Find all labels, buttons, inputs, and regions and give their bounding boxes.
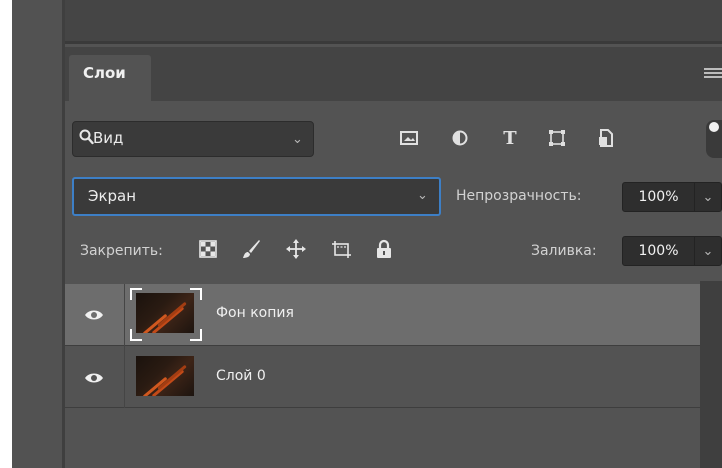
panel-tab-bar <box>65 47 722 101</box>
layer-name[interactable]: Фон копия <box>216 305 294 321</box>
fill-label: Заливка: <box>531 243 597 259</box>
left-dock-column <box>12 0 62 468</box>
visibility-eye-icon[interactable] <box>84 309 104 321</box>
panel-menu-icon[interactable] <box>704 68 722 80</box>
lock-position-icon[interactable] <box>285 238 307 260</box>
layers-scrollbar[interactable] <box>700 281 722 468</box>
lock-label: Закрепить: <box>80 243 163 259</box>
layer-thumbnail[interactable] <box>136 293 194 333</box>
lock-all-icon[interactable] <box>373 238 395 260</box>
panel-top-strip <box>65 0 722 44</box>
selection-bracket <box>130 329 142 341</box>
blend-mode-value: Экран <box>88 187 137 205</box>
selection-bracket <box>190 288 202 300</box>
fill-input[interactable]: 100% <box>622 236 695 266</box>
smart-object-filter-icon[interactable] <box>597 128 615 148</box>
lock-transparent-pixels-icon[interactable] <box>197 238 219 260</box>
visibility-eye-icon[interactable] <box>84 372 104 384</box>
adjustment-filter-icon[interactable] <box>451 128 469 148</box>
chevron-down-icon: ⌄ <box>417 188 428 203</box>
fill-dropdown-button[interactable]: ⌄ <box>695 236 722 266</box>
opacity-input[interactable]: 100% <box>622 182 695 212</box>
shape-filter-icon[interactable] <box>548 128 566 148</box>
layer-filter-label: Вид <box>93 129 124 147</box>
image-filter-icon[interactable] <box>400 128 418 148</box>
layer-name[interactable]: Слой 0 <box>216 368 266 384</box>
lock-image-pixels-icon[interactable] <box>240 238 262 260</box>
chevron-down-icon: ⌄ <box>292 132 303 147</box>
row-divider <box>65 407 700 408</box>
opacity-dropdown-button[interactable]: ⌄ <box>695 182 722 212</box>
search-icon <box>79 129 94 145</box>
selection-bracket <box>190 329 202 341</box>
filter-toggle-knob <box>709 122 719 132</box>
opacity-label: Непрозрачность: <box>456 188 582 204</box>
tab-layers-label: Слои <box>83 64 126 82</box>
lock-artboard-icon[interactable] <box>330 238 352 260</box>
layer-thumbnail[interactable] <box>136 356 194 396</box>
type-filter-icon[interactable]: T <box>501 128 519 149</box>
selection-bracket <box>130 288 142 300</box>
visibility-column-divider <box>124 284 125 408</box>
